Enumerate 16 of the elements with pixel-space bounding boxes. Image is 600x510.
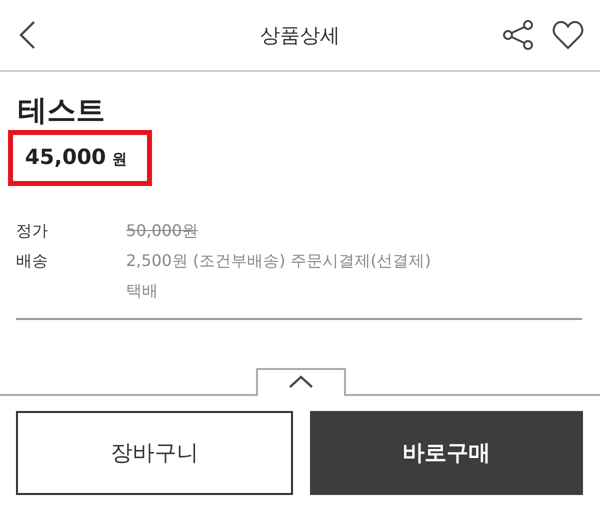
original-price: 50,000원 [126, 220, 198, 242]
page-title: 상품상세 [260, 22, 340, 48]
info-value: 2,500원 (조건부배송) 주문시결제(선결제) [126, 250, 431, 272]
buy-now-button[interactable]: 바로구매 [310, 411, 583, 495]
share-icon[interactable] [502, 19, 534, 51]
info-value: 택배 [126, 280, 158, 302]
price-amount: 45,000 [25, 145, 106, 169]
info-label: 배송 [16, 250, 49, 272]
price-unit: 원 [112, 150, 128, 169]
back-icon[interactable] [18, 20, 36, 50]
product-name: 테스트 [18, 92, 105, 128]
cart-button[interactable]: 장바구니 [16, 411, 293, 495]
expand-tab[interactable] [256, 368, 346, 396]
info-label: 정가 [16, 220, 49, 242]
heart-icon[interactable] [552, 20, 584, 50]
caret-up-icon [288, 375, 314, 389]
